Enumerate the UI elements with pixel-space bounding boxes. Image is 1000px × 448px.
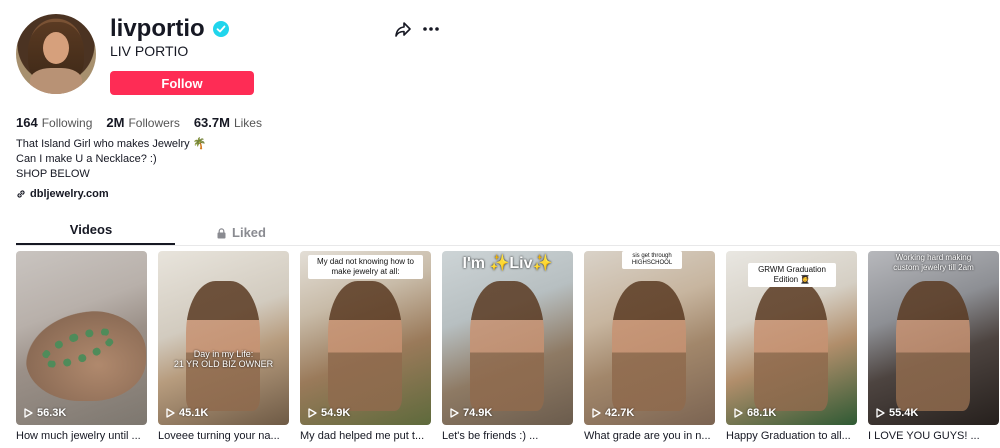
view-count: 45.1K <box>166 407 208 419</box>
video-caption[interactable]: How much jewelry until ... <box>16 430 147 442</box>
thumbnail-overlay-text: Day in my Life: 21 YR OLD BIZ OWNER <box>173 349 274 369</box>
more-options-icon[interactable] <box>422 20 440 38</box>
stat-label: Followers <box>128 116 180 130</box>
thumbnail-person <box>470 281 544 411</box>
view-count-value: 56.3K <box>37 407 67 419</box>
view-count: 68.1K <box>734 407 776 419</box>
tab-liked-label: Liked <box>232 225 266 240</box>
profile-bio: That Island Girl who makes Jewelry 🌴 Can… <box>16 137 206 182</box>
video-card[interactable]: My dad not knowing how to make jewelry a… <box>300 251 431 442</box>
video-thumbnail[interactable]: GRWM Graduation Edition 👩‍🎓 68.1K <box>726 251 857 425</box>
view-count-value: 55.4K <box>889 407 919 419</box>
play-icon <box>166 408 175 418</box>
bio-line: That Island Girl who makes Jewelry 🌴 <box>16 138 207 150</box>
video-thumbnail[interactable]: My dad not knowing how to make jewelry a… <box>300 251 431 425</box>
stat-label: Following <box>41 116 93 130</box>
play-icon <box>876 408 885 418</box>
view-count-value: 42.7K <box>605 407 635 419</box>
view-count-value: 68.1K <box>747 407 777 419</box>
thumbnail-person <box>612 281 686 411</box>
video-card[interactable]: I'm ✨Liv✨ 74.9K Let's be friends :) ... <box>442 251 573 442</box>
username-row: livportio <box>110 14 229 44</box>
video-caption[interactable]: Happy Graduation to all... <box>726 430 857 442</box>
video-grid: 56.3K How much jewelry until ... Day in … <box>16 251 999 442</box>
video-thumbnail[interactable]: sis get through HIGHSCHOOL 42.7K <box>584 251 715 425</box>
profile-avatar[interactable] <box>16 14 96 94</box>
thumbnail-person <box>328 281 402 411</box>
play-icon <box>734 408 743 418</box>
stat-value: 2M <box>106 115 125 130</box>
video-caption[interactable]: Let's be friends :) ... <box>442 430 573 442</box>
video-caption[interactable]: I LOVE YOU GUYS! ... <box>868 430 999 442</box>
video-thumbnail[interactable]: Day in my Life: 21 YR OLD BIZ OWNER 45.1… <box>158 251 289 425</box>
video-card[interactable]: sis get through HIGHSCHOOL 42.7K What gr… <box>584 251 715 442</box>
thumbnail-overlay-text: I'm ✨Liv✨ <box>462 255 553 272</box>
view-count-value: 74.9K <box>463 407 493 419</box>
stat-value: 164 <box>16 115 38 130</box>
thumbnail-person <box>896 281 970 411</box>
view-count-value: 54.9K <box>321 407 351 419</box>
tab-divider <box>16 245 1000 246</box>
avatar-body <box>30 68 82 94</box>
profile-username: livportio <box>110 15 205 42</box>
lock-icon <box>217 227 226 238</box>
profile-nickname: LIV PORTIO <box>110 43 189 59</box>
video-thumbnail[interactable]: I'm ✨Liv✨ 74.9K <box>442 251 573 425</box>
video-thumbnail[interactable]: 56.3K <box>16 251 147 425</box>
view-count: 55.4K <box>876 407 918 419</box>
bio-link-text[interactable]: dbljewelry.com <box>30 188 109 200</box>
play-icon <box>592 408 601 418</box>
profile-tabs: Videos Liked <box>16 221 316 245</box>
video-card[interactable]: 56.3K How much jewelry until ... <box>16 251 147 442</box>
stat-followers[interactable]: 2M Followers <box>106 115 179 130</box>
bio-line: Can I make U a Necklace? :) <box>16 153 157 165</box>
view-count: 74.9K <box>450 407 492 419</box>
view-count: 42.7K <box>592 407 634 419</box>
video-caption[interactable]: My dad helped me put t... <box>300 430 431 442</box>
verified-badge-icon <box>212 21 229 37</box>
stat-label: Likes <box>233 116 262 130</box>
video-caption[interactable]: Loveee turning your na... <box>158 430 289 442</box>
share-icon[interactable] <box>394 20 412 38</box>
thumbnail-overlay-text: sis get through HIGHSCHOOL <box>622 251 682 269</box>
thumbnail-overlay-text: Working hard making custom jewelry till … <box>893 253 974 272</box>
view-count-value: 45.1K <box>179 407 209 419</box>
profile-stats: 164 Following 2M Followers 63.7M Likes <box>16 115 262 130</box>
play-icon <box>308 408 317 418</box>
link-icon <box>17 190 25 198</box>
avatar-face <box>43 32 69 64</box>
thumbnail-person <box>754 281 828 411</box>
play-icon <box>24 408 33 418</box>
thumbnail-person <box>186 281 260 411</box>
bio-line: SHOP BELOW <box>16 168 90 180</box>
view-count: 54.9K <box>308 407 350 419</box>
follow-button[interactable]: Follow <box>110 71 254 95</box>
tab-liked[interactable]: Liked <box>166 221 316 245</box>
video-caption[interactable]: What grade are you in n... <box>584 430 715 442</box>
stat-following[interactable]: 164 Following <box>16 115 92 130</box>
view-count: 56.3K <box>24 407 66 419</box>
video-thumbnail[interactable]: Working hard making custom jewelry till … <box>868 251 999 425</box>
stat-likes: 63.7M Likes <box>194 115 262 130</box>
video-card[interactable]: Working hard making custom jewelry till … <box>868 251 999 442</box>
tab-videos[interactable]: Videos <box>16 221 166 245</box>
video-card[interactable]: Day in my Life: 21 YR OLD BIZ OWNER 45.1… <box>158 251 289 442</box>
thumbnail-overlay-text: GRWM Graduation Edition 👩‍🎓 <box>748 263 836 287</box>
play-icon <box>450 408 459 418</box>
stat-value: 63.7M <box>193 115 230 130</box>
video-card[interactable]: GRWM Graduation Edition 👩‍🎓 68.1K Happy … <box>726 251 857 442</box>
active-tab-indicator <box>16 243 175 245</box>
bio-link[interactable]: dbljewelry.com <box>16 188 109 200</box>
thumbnail-overlay-text: My dad not knowing how to make jewelry a… <box>308 255 423 279</box>
